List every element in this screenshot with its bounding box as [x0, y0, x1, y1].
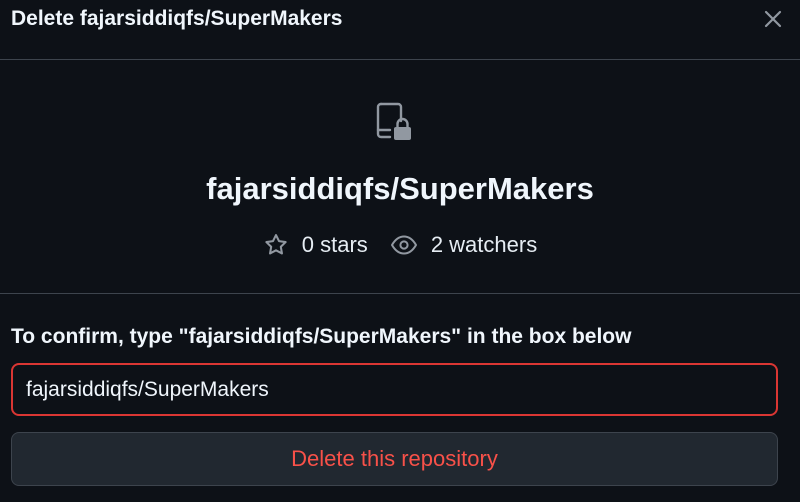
- star-icon: [265, 234, 287, 255]
- repo-locked-icon: [374, 100, 418, 149]
- dialog-title: Delete fajarsiddiqfs/SuperMakers: [11, 7, 343, 30]
- watchers-count: 2 watchers: [430, 232, 538, 257]
- confirm-section: To confirm, type "fajarsiddiqfs/SuperMak…: [0, 325, 800, 486]
- repo-name: fajarsiddiqfs/SuperMakers: [206, 171, 594, 206]
- watchers-stat: 2 watchers: [390, 232, 537, 258]
- stars-stat: 0 stars: [263, 232, 368, 258]
- eye-icon: [390, 235, 417, 255]
- confirm-input[interactable]: [11, 363, 778, 416]
- dialog-header: Delete fajarsiddiqfs/SuperMakers: [0, 0, 800, 60]
- delete-repository-button[interactable]: Delete this repository: [11, 432, 778, 486]
- repo-stats: 0 stars 2 watchers: [0, 232, 800, 258]
- close-button[interactable]: [758, 4, 788, 34]
- delete-repo-dialog: Delete fajarsiddiqfs/SuperMakers fajarsi…: [0, 0, 800, 502]
- repo-info: fajarsiddiqfs/SuperMakers 0 stars 2 watc…: [0, 60, 800, 294]
- confirm-label: To confirm, type "fajarsiddiqfs/SuperMak…: [11, 325, 632, 348]
- stars-count: 0 stars: [301, 232, 368, 257]
- close-icon: [764, 10, 782, 27]
